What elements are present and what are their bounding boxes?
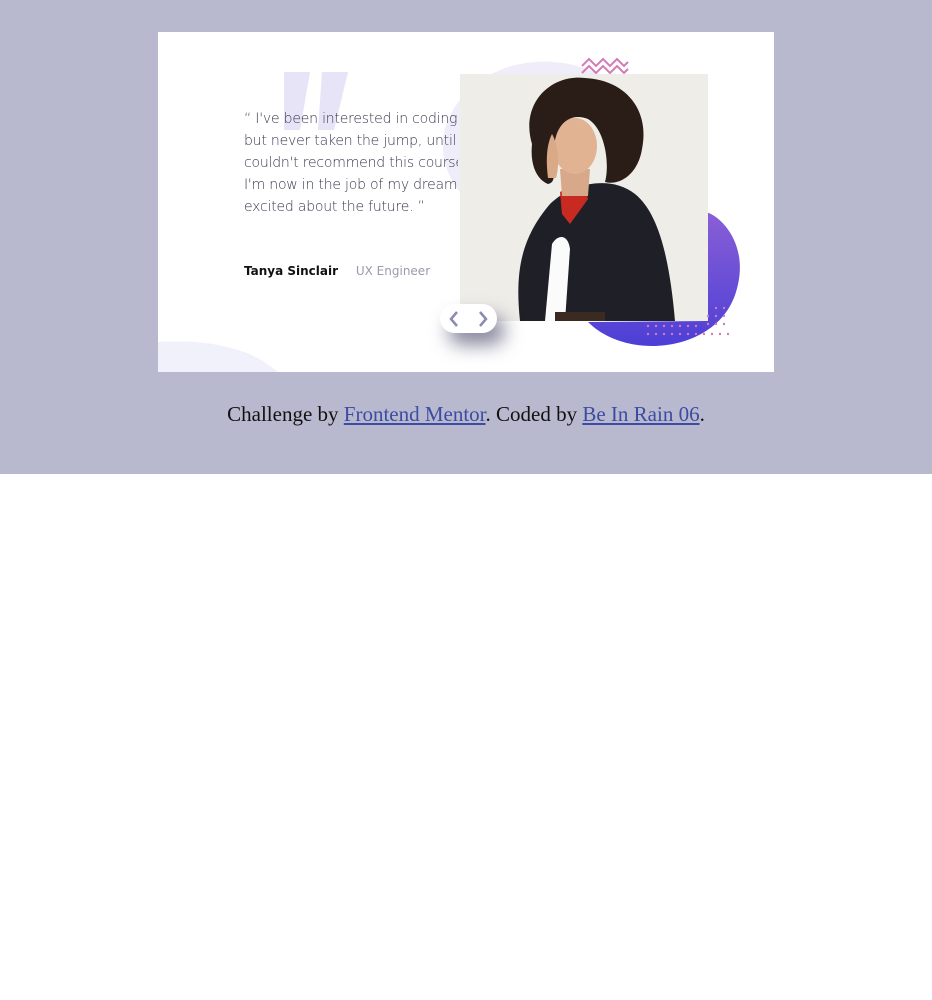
attribution-prefix: Challenge by: [227, 402, 344, 426]
attribution-middle: . Coded by: [485, 402, 583, 426]
testimonial-card: “ I've been interested in coding for a w…: [158, 32, 774, 372]
attribution: Challenge by Frontend Mentor. Coded by B…: [0, 402, 932, 427]
chevron-right-icon: [479, 310, 488, 327]
chevron-left-icon: [449, 310, 458, 327]
author-link[interactable]: Be In Rain 06: [582, 402, 699, 426]
next-button[interactable]: [469, 304, 497, 333]
author-info: Tanya Sinclair UX Engineer: [244, 264, 430, 278]
frontend-mentor-link[interactable]: Frontend Mentor: [344, 402, 486, 426]
attribution-suffix: .: [699, 402, 705, 426]
slider-navigation: [440, 304, 497, 333]
author-name: Tanya Sinclair: [244, 264, 339, 278]
previous-button[interactable]: [440, 304, 468, 333]
author-role: UX Engineer: [355, 264, 431, 278]
